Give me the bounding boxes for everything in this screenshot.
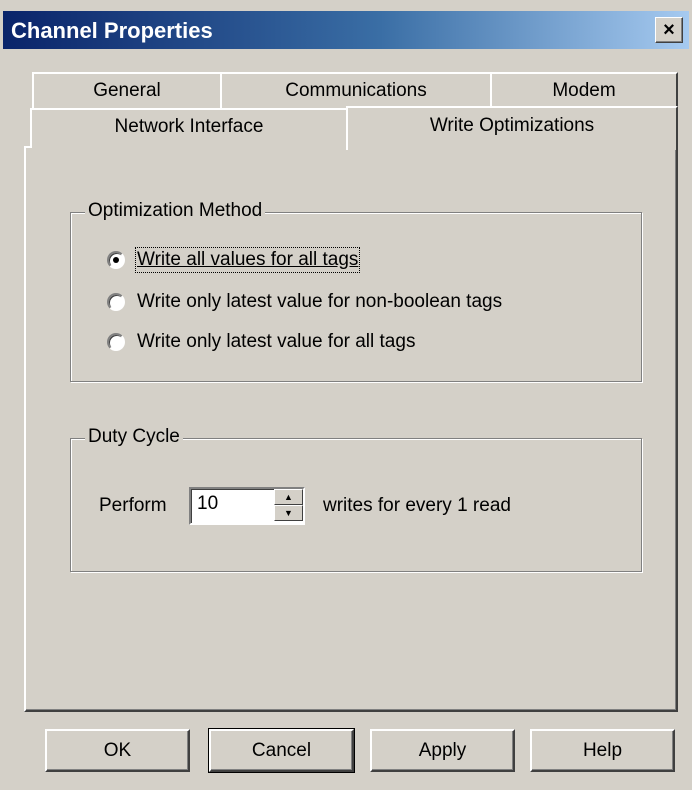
arrow-down-icon: ▼	[284, 507, 293, 518]
writes-per-read-value[interactable]: 10	[197, 493, 218, 515]
writes-per-read-spinner[interactable]: 10 ▲ ▼	[189, 487, 305, 525]
option-latest-non-boolean-label: Write only latest value for non-boolean …	[137, 291, 503, 312]
cancel-button[interactable]: Cancel	[208, 728, 355, 773]
option-latest-all-tags[interactable]: Write only latest value for all tags	[107, 331, 415, 353]
tab-general-label: General	[93, 80, 161, 101]
tab-modem[interactable]: Modem	[490, 72, 678, 110]
apply-button-label: Apply	[418, 739, 467, 761]
help-button[interactable]: Help	[530, 729, 675, 772]
help-button-label: Help	[582, 739, 623, 761]
tab-write-optimizations[interactable]: Write Optimizations	[346, 106, 678, 150]
option-latest-non-boolean[interactable]: Write only latest value for non-boolean …	[107, 291, 502, 313]
spinner-down-button[interactable]: ▼	[274, 505, 303, 521]
duty-cycle-group: Duty Cycle Perform 10 ▲ ▼ writes for eve…	[70, 426, 642, 572]
optimization-method-group: Optimization Method Write all values for…	[70, 200, 642, 382]
close-button[interactable]: ×	[655, 17, 683, 43]
radio-latest-non-boolean[interactable]	[107, 293, 125, 311]
tab-general[interactable]: General	[32, 72, 222, 110]
perform-label: Perform	[99, 495, 167, 516]
dialog-title: Channel Properties	[11, 18, 213, 43]
spinner-up-button[interactable]: ▲	[274, 489, 303, 505]
duty-cycle-label: Duty Cycle	[85, 426, 183, 448]
radio-write-all-values[interactable]	[107, 251, 125, 269]
tab-network-interface-label: Network Interface	[114, 116, 264, 137]
close-icon: ×	[663, 19, 675, 41]
option-latest-all-tags-label: Write only latest value for all tags	[137, 331, 416, 352]
duty-cycle-suffix: writes for every 1 read	[323, 495, 511, 516]
option-write-all-values-label: Write all values for all tags	[134, 247, 361, 273]
tab-panel: Optimization Method Write all values for…	[24, 146, 678, 712]
option-write-all-values[interactable]: Write all values for all tags	[107, 247, 361, 273]
tab-communications-label: Communications	[285, 80, 427, 101]
tab-write-optimizations-label: Write Optimizations	[429, 115, 595, 136]
apply-button[interactable]: Apply	[370, 729, 515, 772]
tab-network-interface[interactable]: Network Interface	[30, 108, 348, 148]
tab-modem-label: Modem	[552, 80, 616, 101]
tab-communications[interactable]: Communications	[220, 72, 492, 110]
cancel-button-label: Cancel	[251, 739, 312, 761]
arrow-up-icon: ▲	[284, 491, 293, 502]
channel-properties-dialog: Channel Properties × General Communicati…	[0, 0, 692, 790]
ok-button-label: OK	[103, 739, 132, 761]
optimization-method-label: Optimization Method	[85, 200, 266, 222]
ok-button[interactable]: OK	[45, 729, 190, 772]
radio-latest-all-tags[interactable]	[107, 333, 125, 351]
title-bar[interactable]: Channel Properties ×	[3, 11, 689, 49]
